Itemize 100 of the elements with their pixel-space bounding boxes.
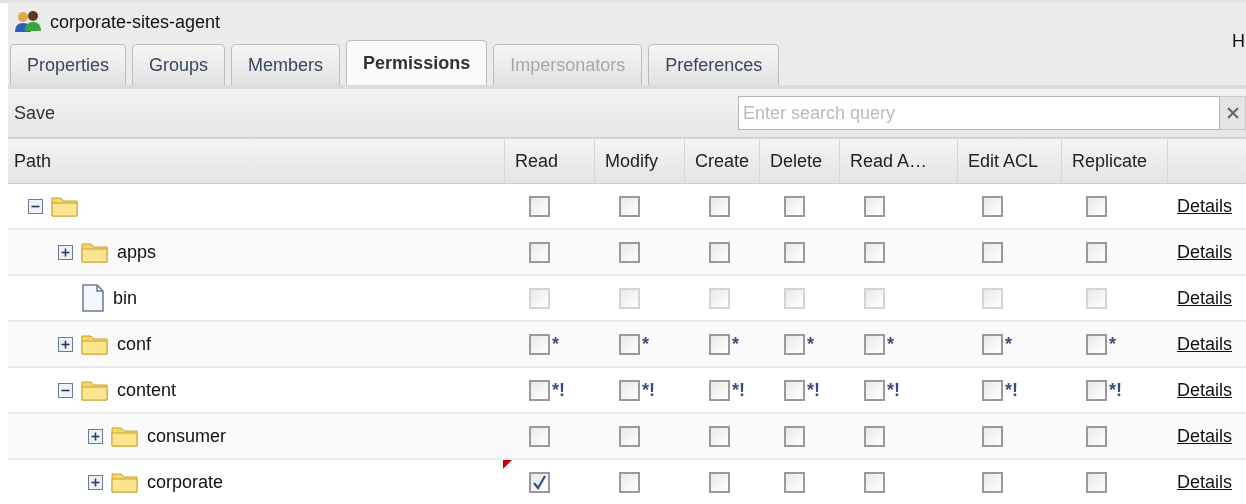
- checkbox[interactable]: [529, 379, 550, 401]
- checkbox[interactable]: [709, 425, 730, 447]
- folder-icon: [81, 332, 109, 356]
- checkbox[interactable]: [784, 241, 805, 263]
- checkbox[interactable]: [864, 195, 885, 217]
- expand-icon[interactable]: [58, 336, 73, 352]
- inherited-marker: *!: [887, 379, 900, 401]
- checkbox[interactable]: [1086, 425, 1107, 447]
- checkbox[interactable]: [864, 379, 885, 401]
- tab[interactable]: Permissions: [346, 40, 488, 85]
- inherited-marker: *: [1005, 333, 1012, 355]
- checkbox[interactable]: [982, 379, 1003, 401]
- table-row[interactable]: corporate Details: [8, 460, 1246, 504]
- checkbox[interactable]: [1086, 195, 1107, 217]
- table-row[interactable]: bin Details: [8, 276, 1246, 322]
- checkbox[interactable]: [784, 379, 805, 401]
- checkbox[interactable]: [619, 471, 640, 493]
- checkbox[interactable]: [864, 425, 885, 447]
- checkbox[interactable]: [529, 425, 550, 447]
- checkbox[interactable]: [529, 241, 550, 263]
- checkbox[interactable]: [982, 195, 1003, 217]
- checkbox[interactable]: [982, 471, 1003, 493]
- collapse-icon[interactable]: [28, 198, 43, 214]
- window-title: corporate-sites-agent: [50, 11, 221, 33]
- checkbox[interactable]: [1086, 241, 1107, 263]
- checkbox[interactable]: [529, 195, 550, 217]
- users-icon: [14, 10, 42, 34]
- expand-icon[interactable]: [88, 428, 103, 444]
- checkbox[interactable]: [709, 195, 730, 217]
- details-link[interactable]: Details: [1176, 287, 1238, 309]
- table-row[interactable]: Details: [8, 184, 1246, 230]
- checkbox[interactable]: [982, 241, 1003, 263]
- column-header[interactable]: Path: [8, 139, 505, 183]
- checkbox[interactable]: [982, 333, 1003, 355]
- table-row[interactable]: conf * * * * * * * Details: [8, 322, 1246, 368]
- expand-icon[interactable]: [88, 474, 103, 490]
- checkbox[interactable]: [619, 425, 640, 447]
- checkbox[interactable]: [864, 333, 885, 355]
- clear-button[interactable]: [1220, 96, 1246, 130]
- details-link[interactable]: Details: [1176, 241, 1238, 263]
- column-header[interactable]: Read: [505, 139, 595, 183]
- table-row[interactable]: apps Details: [8, 230, 1246, 276]
- checkbox[interactable]: [864, 471, 885, 493]
- checkbox[interactable]: [784, 425, 805, 447]
- path-name[interactable]: corporate: [147, 471, 224, 493]
- checkbox[interactable]: [982, 425, 1003, 447]
- folder-icon: [111, 424, 139, 448]
- column-header[interactable]: Modify: [595, 139, 685, 183]
- path-name[interactable]: conf: [117, 333, 152, 355]
- details-link[interactable]: Details: [1176, 471, 1238, 493]
- inherited-marker: *: [732, 333, 739, 355]
- inherited-marker: *!: [807, 379, 820, 401]
- details-link[interactable]: Details: [1176, 333, 1238, 355]
- checkbox[interactable]: [709, 379, 730, 401]
- folder-icon: [81, 378, 109, 402]
- table-row[interactable]: content *! *! *! *! *! *! *! Details: [8, 368, 1246, 414]
- checkbox[interactable]: [619, 379, 640, 401]
- folder-icon: [51, 194, 79, 218]
- tab[interactable]: Properties: [10, 44, 127, 85]
- path-name[interactable]: consumer: [147, 425, 227, 447]
- column-header[interactable]: Delete: [760, 139, 840, 183]
- path-name[interactable]: content: [117, 379, 177, 401]
- collapse-icon[interactable]: [58, 382, 73, 398]
- checkbox[interactable]: [529, 333, 550, 355]
- checkbox[interactable]: [619, 195, 640, 217]
- checkbox[interactable]: [784, 471, 805, 493]
- checkbox[interactable]: [784, 195, 805, 217]
- save-button[interactable]: Save: [8, 102, 62, 124]
- details-link[interactable]: Details: [1176, 195, 1238, 217]
- checkbox[interactable]: [864, 241, 885, 263]
- checkbox[interactable]: [1086, 333, 1107, 355]
- path-name[interactable]: apps: [117, 241, 157, 263]
- inherited-marker: *!: [1005, 379, 1018, 401]
- checkbox[interactable]: [1086, 471, 1107, 493]
- checkbox[interactable]: [784, 333, 805, 355]
- details-link[interactable]: Details: [1176, 379, 1238, 401]
- column-header[interactable]: Create: [685, 139, 760, 183]
- file-icon: [81, 284, 105, 312]
- path-name[interactable]: bin: [113, 287, 138, 309]
- inherited-marker: *: [807, 333, 814, 355]
- checkbox[interactable]: [529, 471, 550, 493]
- checkbox[interactable]: [709, 241, 730, 263]
- checkbox[interactable]: [709, 333, 730, 355]
- expand-icon[interactable]: [58, 244, 73, 260]
- tab[interactable]: Preferences: [648, 44, 780, 85]
- inherited-marker: *: [1109, 333, 1116, 355]
- table-row[interactable]: consumer Details: [8, 414, 1246, 460]
- tab[interactable]: Members: [231, 44, 341, 85]
- checkbox[interactable]: [1086, 379, 1107, 401]
- search-field[interactable]: Enter search query: [738, 96, 1220, 130]
- column-header[interactable]: Replicate: [1062, 139, 1168, 183]
- column-header[interactable]: Edit ACL: [958, 139, 1062, 183]
- tab[interactable]: Groups: [132, 44, 226, 85]
- column-header[interactable]: Read A…: [840, 139, 958, 183]
- checkbox[interactable]: [619, 241, 640, 263]
- checkbox[interactable]: [709, 471, 730, 493]
- inherited-marker: *: [642, 333, 649, 355]
- details-link[interactable]: Details: [1176, 425, 1238, 447]
- folder-icon: [81, 240, 109, 264]
- checkbox[interactable]: [619, 333, 640, 355]
